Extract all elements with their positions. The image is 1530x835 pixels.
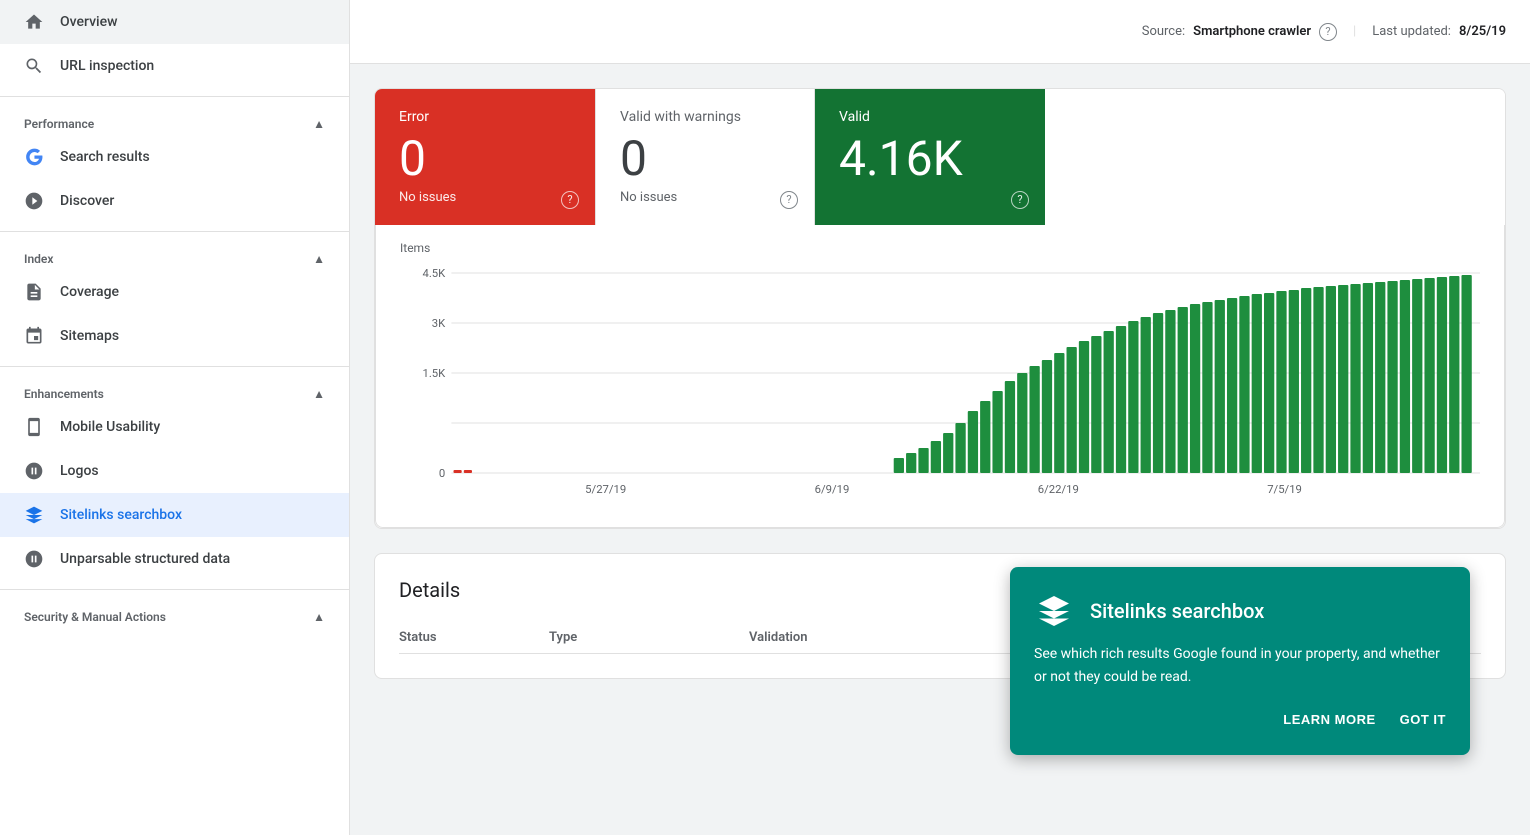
col-type-header: Type: [549, 630, 749, 645]
home-icon: [24, 12, 44, 32]
main-card: Error 0 No issues ? Valid with warnings …: [374, 88, 1506, 529]
svg-text:6/22/19: 6/22/19: [1038, 483, 1079, 496]
performance-section-header[interactable]: Performance ▲: [0, 105, 349, 135]
coverage-icon: [24, 282, 44, 302]
valid-title: Valid: [839, 109, 1021, 125]
error-title: Error: [399, 109, 571, 125]
sitelinks-icon: [24, 505, 44, 525]
performance-chevron: ▲: [313, 117, 325, 131]
source-label: Source:: [1142, 24, 1185, 39]
sitemaps-icon: [24, 326, 44, 346]
warning-card: Valid with warnings 0 No issues ?: [595, 89, 815, 225]
warning-value: 0: [620, 133, 790, 186]
warning-help-icon[interactable]: ?: [780, 191, 798, 209]
sidebar-item-sitelinks-searchbox[interactable]: Sitelinks searchbox: [0, 493, 349, 537]
tooltip-body: See which rich results Google found in y…: [1034, 643, 1446, 688]
sidebar-item-logos[interactable]: Logos: [0, 449, 349, 493]
sitemaps-label: Sitemaps: [60, 328, 119, 344]
performance-label: Performance: [24, 117, 94, 131]
tooltip-overlay: Sitelinks searchbox See which rich resul…: [1010, 567, 1470, 755]
chart-svg: 4.5K 3K 1.5K 0: [400, 263, 1480, 503]
tooltip-header: Sitelinks searchbox: [1034, 591, 1446, 631]
coverage-label: Coverage: [60, 284, 119, 300]
chart-y-label: Items: [400, 241, 1480, 255]
error-help-icon[interactable]: ?: [561, 191, 579, 209]
sidebar-item-search-results[interactable]: Search results: [0, 135, 349, 179]
chart-area: 4.5K 3K 1.5K 0: [400, 263, 1480, 503]
search-icon: [24, 56, 44, 76]
warning-title: Valid with warnings: [620, 109, 790, 125]
search-results-label: Search results: [60, 149, 150, 165]
sitelinks-searchbox-label: Sitelinks searchbox: [60, 507, 182, 523]
error-card: Error 0 No issues ?: [375, 89, 595, 225]
index-label: Index: [24, 252, 53, 266]
got-it-button[interactable]: GOT IT: [1400, 708, 1446, 731]
sidebar-item-url-inspection[interactable]: URL inspection: [0, 44, 349, 88]
top-bar: Source: Smartphone crawler ? | Last upda…: [350, 0, 1530, 64]
main-content: Source: Smartphone crawler ? | Last upda…: [350, 0, 1530, 835]
warning-subtitle: No issues: [620, 190, 790, 205]
svg-text:0: 0: [439, 467, 445, 480]
svg-text:1.5K: 1.5K: [422, 367, 445, 380]
status-cards: Error 0 No issues ? Valid with warnings …: [375, 89, 1505, 225]
unparsable-icon: [24, 549, 44, 569]
svg-text:3K: 3K: [432, 317, 445, 330]
error-subtitle: No issues: [399, 190, 571, 205]
valid-help-icon[interactable]: ?: [1011, 191, 1029, 209]
mobile-usability-label: Mobile Usability: [60, 419, 160, 435]
sidebar-item-discover[interactable]: Discover: [0, 179, 349, 223]
last-updated-label: Last updated:: [1372, 24, 1451, 39]
sidebar-item-sitemaps[interactable]: Sitemaps: [0, 314, 349, 358]
logos-icon: [24, 461, 44, 481]
enhancements-section-header[interactable]: Enhancements ▲: [0, 375, 349, 405]
learn-more-button[interactable]: LEARN MORE: [1283, 708, 1375, 731]
index-section-header[interactable]: Index ▲: [0, 240, 349, 270]
index-chevron: ▲: [313, 252, 325, 266]
svg-text:5/27/19: 5/27/19: [585, 483, 626, 496]
discover-label: Discover: [60, 193, 114, 209]
google-icon: [24, 147, 44, 167]
sidebar-item-mobile-usability[interactable]: Mobile Usability: [0, 405, 349, 449]
error-value: 0: [399, 133, 571, 186]
chart-container: Items 4.5K 3K 1.5K 0: [375, 225, 1505, 528]
discover-icon: [24, 191, 44, 211]
source-value: Smartphone crawler: [1193, 24, 1311, 39]
col-status-header: Status: [399, 630, 549, 645]
svg-text:7/5/19: 7/5/19: [1267, 483, 1302, 496]
security-label: Security & Manual Actions: [24, 610, 166, 624]
enhancements-label: Enhancements: [24, 387, 104, 401]
unparsable-label: Unparsable structured data: [60, 551, 230, 567]
url-inspection-label: URL inspection: [60, 58, 154, 74]
security-chevron: ▲: [313, 610, 325, 624]
sidebar-item-coverage[interactable]: Coverage: [0, 270, 349, 314]
sidebar: Overview URL inspection Performance ▲ Se…: [0, 0, 350, 835]
svg-text:4.5K: 4.5K: [422, 267, 445, 280]
last-updated-value: 8/25/19: [1459, 24, 1506, 39]
enhancements-chevron: ▲: [313, 387, 325, 401]
overview-label: Overview: [60, 14, 117, 30]
valid-value: 4.16K: [839, 133, 1021, 186]
logos-label: Logos: [60, 463, 99, 479]
mobile-icon: [24, 417, 44, 437]
tooltip-actions: LEARN MORE GOT IT: [1034, 708, 1446, 731]
tooltip-icon: [1034, 591, 1074, 631]
security-section-header[interactable]: Security & Manual Actions ▲: [0, 598, 349, 628]
source-help-icon[interactable]: ?: [1319, 23, 1337, 41]
sidebar-item-unparsable[interactable]: Unparsable structured data: [0, 537, 349, 581]
tooltip-title: Sitelinks searchbox: [1090, 599, 1264, 623]
sidebar-item-overview[interactable]: Overview: [0, 0, 349, 44]
valid-card: Valid 4.16K ?: [815, 89, 1045, 225]
svg-text:6/9/19: 6/9/19: [815, 483, 850, 496]
